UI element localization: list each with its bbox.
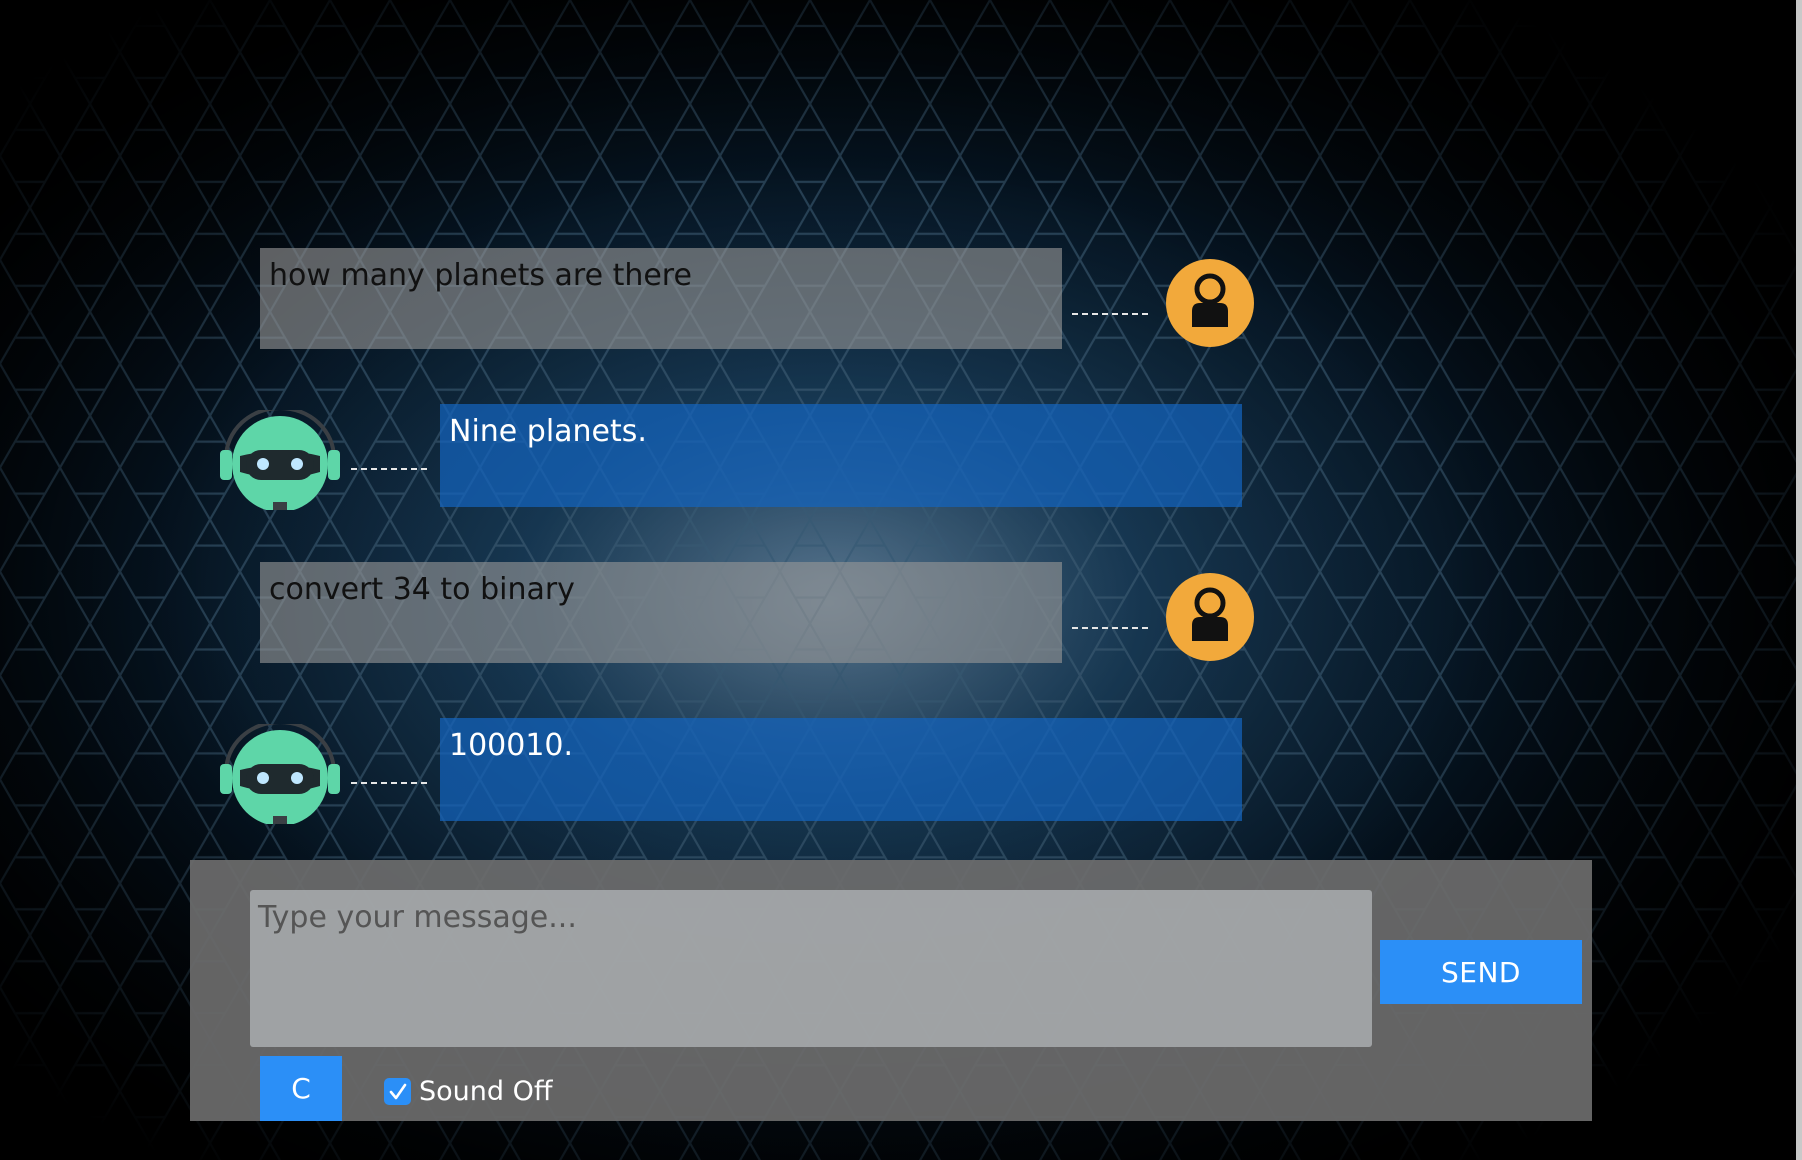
message-connector bbox=[351, 468, 427, 470]
sound-toggle[interactable]: Sound Off bbox=[384, 1076, 552, 1107]
chat-app: how many planets are there Nine planets.… bbox=[0, 0, 1802, 1160]
message-connector bbox=[1072, 627, 1148, 629]
user-message-bubble: convert 34 to binary bbox=[260, 562, 1062, 663]
robot-avatar-icon bbox=[220, 724, 340, 824]
user-message-text: convert 34 to binary bbox=[269, 572, 575, 607]
user-avatar-icon bbox=[1166, 259, 1254, 347]
user-message-bubble: how many planets are there bbox=[260, 248, 1062, 349]
checkmark-icon bbox=[389, 1083, 406, 1099]
bot-message-bubble: Nine planets. bbox=[440, 404, 1242, 507]
message-input[interactable] bbox=[250, 890, 1372, 1047]
message-connector bbox=[1072, 313, 1148, 315]
clear-button[interactable]: C bbox=[260, 1056, 342, 1121]
user-avatar-icon bbox=[1166, 573, 1254, 661]
bot-message-bubble: 100010. bbox=[440, 718, 1242, 821]
bot-message-text: 100010. bbox=[449, 728, 574, 763]
message-connector bbox=[351, 782, 427, 784]
scrollbar[interactable] bbox=[1796, 0, 1802, 1160]
message-composer: SEND C Sound Off bbox=[190, 860, 1592, 1121]
send-button[interactable]: SEND bbox=[1380, 940, 1582, 1004]
robot-avatar-icon bbox=[220, 410, 340, 510]
sound-label: Sound Off bbox=[419, 1076, 553, 1107]
sound-checkbox[interactable] bbox=[384, 1078, 411, 1105]
bot-message-text: Nine planets. bbox=[449, 414, 647, 449]
user-message-text: how many planets are there bbox=[269, 258, 692, 293]
